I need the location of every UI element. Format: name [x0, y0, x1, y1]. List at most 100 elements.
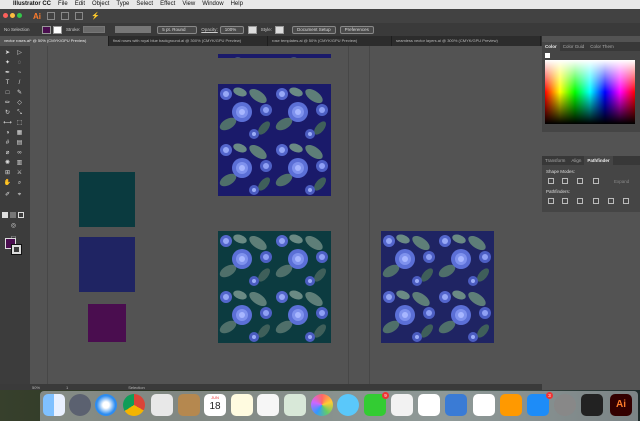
tab-pathfinder[interactable]: Pathfinder	[584, 156, 613, 165]
merge-icon[interactable]	[577, 198, 583, 204]
tab-color-themes[interactable]: Color Them	[587, 42, 616, 51]
menu-app-name[interactable]: Illustrator CC	[13, 0, 51, 9]
paintbrush-icon[interactable]: ✎	[15, 89, 24, 97]
eyedropper-icon[interactable]: ⌀	[3, 149, 12, 157]
tab-transform[interactable]: Transform	[542, 156, 568, 165]
textedit-icon[interactable]	[391, 394, 413, 416]
exclude-icon[interactable]	[593, 178, 599, 184]
opacity-label[interactable]: Opacity:	[201, 27, 218, 32]
finder-icon[interactable]	[43, 394, 65, 416]
perspective-icon[interactable]: ▦	[15, 129, 24, 137]
menu-help[interactable]: Help	[231, 0, 243, 9]
eraser-icon[interactable]: ◇	[15, 99, 24, 107]
bridge-icon[interactable]	[47, 12, 55, 20]
gradient-mode-icon[interactable]	[10, 212, 16, 218]
menu-type[interactable]: Type	[116, 0, 129, 9]
menu-select[interactable]: Select	[136, 0, 153, 9]
stock-icon[interactable]	[61, 12, 69, 20]
tab-seamless-vector-layers[interactable]: seamless vector layers.ai @ 300% (CMYK/G…	[392, 36, 541, 46]
pen-tool-icon[interactable]: ✒	[3, 69, 12, 77]
rectangle-tool-icon[interactable]: □	[3, 89, 12, 97]
tab-rose-templates[interactable]: rose templates.ai @ 50% (CMYK/GPU Previe…	[268, 36, 392, 46]
rose-pattern-tile-navy[interactable]	[381, 231, 494, 343]
launchpad-icon[interactable]	[69, 394, 91, 416]
artboard-number[interactable]: 1	[66, 385, 68, 390]
slice-icon[interactable]: ⚔	[15, 169, 24, 177]
intersect-icon[interactable]	[577, 178, 583, 184]
outline-icon[interactable]	[608, 198, 614, 204]
messages-icon[interactable]	[337, 394, 359, 416]
system-preferences-icon[interactable]	[554, 394, 576, 416]
books-icon[interactable]	[500, 394, 522, 416]
teal-swatch-rectangle[interactable]	[79, 172, 135, 227]
preferences-button[interactable]: Preferences	[339, 25, 374, 34]
direct-selection-tool-icon[interactable]: ▷	[15, 49, 24, 57]
chrome-icon[interactable]	[123, 394, 145, 416]
artboard-icon[interactable]: ⊞	[3, 169, 12, 177]
pencil-icon[interactable]: ✏	[3, 99, 12, 107]
photo-app-icon[interactable]	[151, 394, 173, 416]
tab-vector-roses[interactable]: vector roses.ai* @ 50% (CMYK/GPU Preview…	[0, 36, 109, 46]
type-tool-icon[interactable]: T	[3, 79, 12, 87]
selection-tool-icon[interactable]: ➤	[3, 49, 12, 57]
fill-swatch[interactable]	[42, 25, 51, 34]
numbers-icon[interactable]	[418, 394, 440, 416]
rose-pattern-tile-offscreen[interactable]	[218, 54, 331, 58]
stroke-label[interactable]: Stroke:	[66, 27, 80, 32]
screen-mode-icon[interactable]: ▭	[9, 234, 18, 242]
stroke-weight-field[interactable]	[83, 26, 106, 33]
magic-wand-icon[interactable]: ✦	[3, 59, 12, 67]
minus-front-icon[interactable]	[562, 178, 568, 184]
purple-swatch-rectangle[interactable]	[88, 304, 126, 342]
navy-swatch-rectangle[interactable]	[79, 237, 135, 292]
zoom-level[interactable]: 50%	[32, 385, 40, 390]
photos-icon[interactable]	[311, 394, 333, 416]
blend-icon[interactable]: ∞	[15, 149, 24, 157]
reminders-icon[interactable]	[257, 394, 279, 416]
notes-icon[interactable]	[231, 394, 253, 416]
graph-icon[interactable]: ▥	[15, 159, 24, 167]
rose-pattern-tile-top[interactable]	[218, 84, 331, 196]
contacts-icon[interactable]	[178, 394, 200, 416]
window-minimize-icon[interactable]	[10, 13, 15, 18]
stroke-swatch[interactable]	[53, 25, 62, 34]
shape-builder-icon[interactable]: ◑	[3, 129, 12, 137]
window-close-icon[interactable]	[3, 13, 8, 18]
menu-window[interactable]: Window	[202, 0, 223, 9]
graphic-style-swatch[interactable]	[247, 25, 257, 34]
rose-pattern-tile-teal[interactable]	[218, 231, 331, 343]
drawing-mode-icon[interactable]: ◎	[9, 222, 18, 230]
unite-icon[interactable]	[548, 178, 554, 184]
window-zoom-icon[interactable]	[17, 13, 22, 18]
variable-width-profile[interactable]	[115, 26, 152, 33]
trim-icon[interactable]	[562, 198, 568, 204]
gradient-icon[interactable]: ▤	[15, 139, 24, 147]
hand-icon[interactable]: ✋	[3, 179, 12, 187]
menu-object[interactable]: Object	[92, 0, 109, 9]
minus-back-icon[interactable]	[623, 198, 629, 204]
stroke-color-swatch[interactable]	[11, 244, 22, 255]
keynote-icon[interactable]	[445, 394, 467, 416]
menu-edit[interactable]: Edit	[75, 0, 85, 9]
color-spectrum[interactable]	[545, 60, 635, 124]
brush-definition[interactable]: 5 pt. Round	[157, 25, 198, 34]
none-mode-icon[interactable]	[18, 212, 24, 218]
tab-final-roses[interactable]: final roses with royal blue background.a…	[109, 36, 268, 46]
document-setup-button[interactable]: Document Setup	[292, 25, 336, 34]
opacity-field[interactable]: 100%	[219, 25, 244, 34]
music-icon[interactable]	[473, 394, 495, 416]
tab-color-guide[interactable]: Color Guid	[560, 42, 588, 51]
gpu-performance-icon[interactable]: ⚡	[91, 12, 100, 20]
free-transform-icon[interactable]: ⬚	[15, 119, 24, 127]
safari-icon[interactable]	[95, 394, 117, 416]
divide-icon[interactable]	[548, 198, 554, 204]
style-swatch[interactable]	[275, 25, 285, 34]
menu-file[interactable]: File	[58, 0, 68, 9]
color-fill-indicator[interactable]	[545, 53, 550, 58]
camera-app-icon[interactable]	[581, 394, 603, 416]
scale-icon[interactable]: ⤡	[15, 109, 24, 117]
calendar-icon[interactable]: JUN 18	[204, 394, 226, 416]
pen-variant-icon[interactable]: ✐	[3, 191, 12, 199]
lasso-icon[interactable]: ◌	[15, 59, 24, 67]
illustrator-dock-icon[interactable]: Ai	[610, 394, 632, 416]
